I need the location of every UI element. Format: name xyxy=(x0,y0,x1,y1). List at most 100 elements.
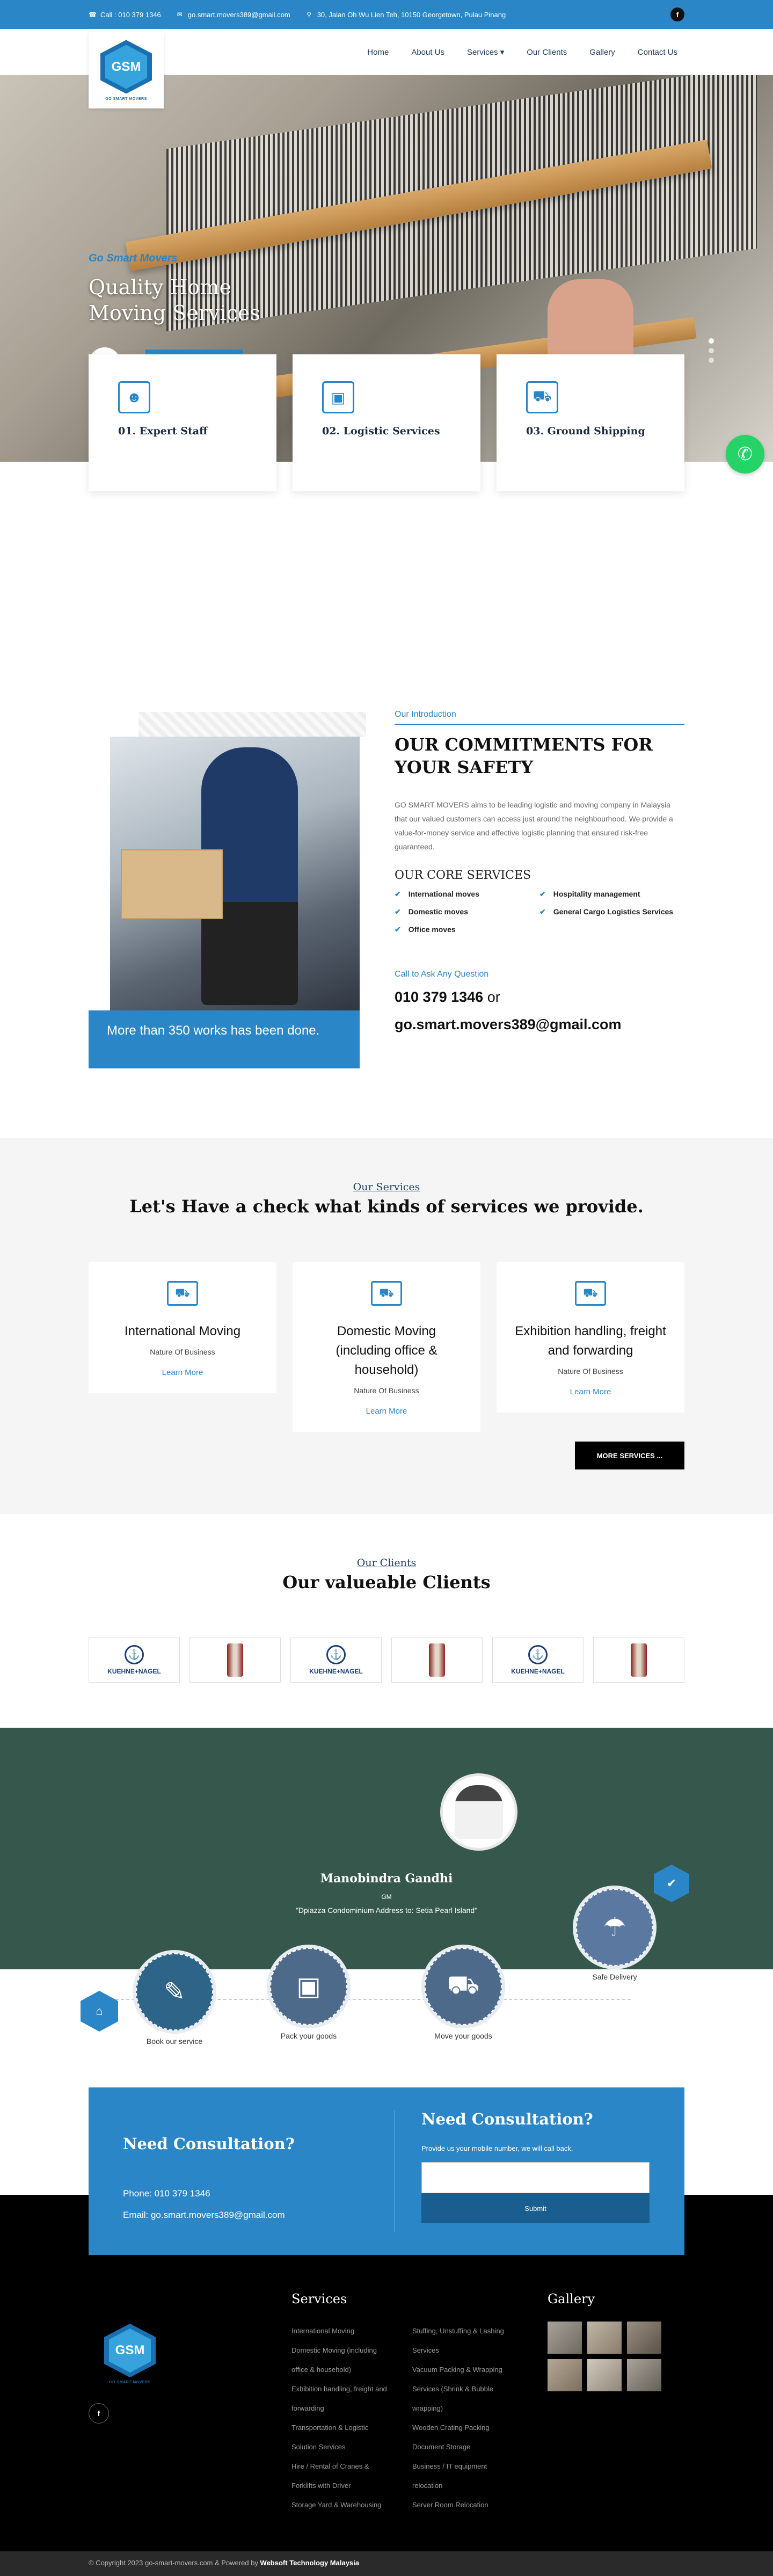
footer-gallery: Gallery xyxy=(548,2291,682,2391)
mobile-number-input[interactable] xyxy=(421,2162,650,2193)
features-section: ✆ ☻ 01. Expert Staff ▣ 02. Logistic Serv… xyxy=(0,354,773,671)
footer-link[interactable]: Exhibition handling, freight and xyxy=(291,2379,407,2399)
check-icon: ✔ xyxy=(395,890,401,898)
footer-link[interactable]: wrapping) xyxy=(412,2399,528,2418)
nav-about[interactable]: About Us xyxy=(411,48,444,57)
gallery-thumbnail[interactable] xyxy=(548,2322,582,2354)
footer-link[interactable]: office & household) xyxy=(291,2360,407,2379)
main-nav: Home About Us Services ▾ Our Clients Gal… xyxy=(345,29,677,75)
gallery-grid xyxy=(548,2322,682,2391)
footer-link[interactable]: Services xyxy=(412,2341,528,2360)
step-label: Book our service xyxy=(146,2037,203,2046)
process-step: ⛟ Move your goods xyxy=(423,1948,504,2040)
gallery-thumbnail[interactable] xyxy=(587,2322,622,2354)
feature-card[interactable]: ⛟ 03. Ground Shipping xyxy=(497,354,684,491)
facebook-icon[interactable]: f xyxy=(89,2403,109,2424)
call-phone-number[interactable]: 010 379 1346 xyxy=(395,989,483,1005)
logo[interactable]: GSM GO SMART MOVERS xyxy=(89,32,164,108)
footer-link[interactable]: Domestic Moving (including xyxy=(291,2341,407,2360)
callback-form: Need Consultation? Provide us your mobil… xyxy=(421,2110,650,2223)
truck-icon: ⛟ xyxy=(371,1281,402,1306)
phone-icon: ☎ xyxy=(89,11,97,18)
gallery-thumbnail[interactable] xyxy=(548,2359,582,2391)
feature-cards: ☻ 01. Expert Staff ▣ 02. Logistic Servic… xyxy=(89,354,684,491)
consultation-box: Need Consultation? Phone: 010 379 1346 E… xyxy=(89,2087,684,2255)
clients-section: Our Clients Our valueable Clients ⚓ KUEH… xyxy=(0,1514,773,1728)
services-title: Let's Have a check what kinds of service… xyxy=(129,1196,644,1217)
service-card: ⛟ International Moving Nature Of Busines… xyxy=(89,1262,276,1393)
step-label: Pack your goods xyxy=(280,2032,337,2040)
core-service-item: ✔ Hospitality management xyxy=(539,890,684,899)
umbrella-box-icon: ☂ xyxy=(576,1889,653,1966)
topbar-email[interactable]: ✉ go.smart.movers389@gmail.com xyxy=(176,11,290,19)
footer-link[interactable]: Server Room Relocation xyxy=(412,2495,528,2515)
client-logo[interactable] xyxy=(391,1638,483,1683)
map-pin-icon: ⚲ xyxy=(307,11,312,18)
nav-home[interactable]: Home xyxy=(367,48,389,57)
footer-link[interactable]: Storage Yard & Warehousing xyxy=(291,2495,407,2515)
core-service-label: Domestic moves xyxy=(408,907,469,916)
footer-link[interactable]: Hire / Rental of Cranes & xyxy=(291,2457,407,2476)
nav-gallery[interactable]: Gallery xyxy=(589,48,615,57)
nav-clients[interactable]: Our Clients xyxy=(527,48,567,57)
slider-dot[interactable] xyxy=(709,358,714,363)
footer-col: Stuffing, Unstuffing & Lashing Services … xyxy=(412,2322,528,2515)
gallery-thumbnail[interactable] xyxy=(627,2322,661,2354)
client-logo[interactable]: ⚓ KUEHNE+NAGEL xyxy=(290,1638,382,1683)
footer-link[interactable]: Solution Services xyxy=(291,2437,407,2457)
footer-link[interactable]: forwarding xyxy=(291,2399,407,2418)
learn-more-link[interactable]: Learn More xyxy=(105,1368,260,1377)
footer-link[interactable]: Vacuum Packing & Wrapping xyxy=(412,2360,528,2379)
feature-card[interactable]: ▣ 02. Logistic Services xyxy=(293,354,480,491)
footer-link[interactable]: Transportation & Logistic xyxy=(291,2418,407,2437)
hero-title-line1: Quality Home xyxy=(89,275,231,299)
works-count-banner: More than 350 works has been done. xyxy=(89,1010,360,1068)
footer-link[interactable]: Business / IT equipment xyxy=(412,2457,528,2476)
core-services-list: ✔ International moves ✔ Hospitality manage… xyxy=(395,890,684,943)
nav-services-label: Services xyxy=(467,48,498,57)
facebook-icon[interactable]: f xyxy=(670,8,684,21)
core-service-label: International moves xyxy=(408,890,479,898)
slider-dot[interactable] xyxy=(709,348,714,353)
more-services-button[interactable]: MORE SERVICES ... xyxy=(575,1442,684,1469)
client-logo[interactable] xyxy=(189,1638,281,1683)
footer-link[interactable]: International Moving xyxy=(291,2322,407,2341)
client-logo[interactable] xyxy=(593,1638,684,1683)
core-service-label: Hospitality management xyxy=(553,890,640,898)
topbar-email-text: go.smart.movers389@gmail.com xyxy=(187,10,290,19)
submit-button[interactable]: Submit xyxy=(421,2193,650,2223)
product-can-image xyxy=(227,1643,243,1677)
gallery-thumbnail[interactable] xyxy=(627,2359,661,2391)
consultation-email[interactable]: Email: go.smart.movers389@gmail.com xyxy=(123,2210,370,2221)
footer-link[interactable]: Forklifts with Driver xyxy=(291,2476,407,2495)
footer-link[interactable]: Wooden Crating Packing xyxy=(412,2418,528,2437)
learn-more-link[interactable]: Learn More xyxy=(513,1387,668,1396)
topbar-phone[interactable]: ☎ Call : 010 379 1346 xyxy=(89,11,161,19)
photo-box xyxy=(121,849,223,919)
whatsapp-icon[interactable]: ✆ xyxy=(726,435,764,474)
core-service-item: ✔ Domestic moves xyxy=(395,907,539,916)
client-logo[interactable]: ⚓ KUEHNE+NAGEL xyxy=(89,1638,180,1683)
footer-services-title: Services xyxy=(291,2291,347,2306)
call-email[interactable]: go.smart.movers389@gmail.com xyxy=(395,1016,684,1033)
footer-link[interactable]: Stuffing, Unstuffing & Lashing xyxy=(412,2322,528,2341)
slider-dot[interactable] xyxy=(709,338,714,344)
gallery-thumbnail[interactable] xyxy=(587,2359,622,2391)
decorative-stripes xyxy=(138,712,366,737)
client-logo[interactable]: ⚓ KUEHNE+NAGEL xyxy=(492,1638,584,1683)
nav-services[interactable]: Services ▾ xyxy=(467,47,504,57)
avatar-photo xyxy=(455,1785,503,1839)
truck-icon: ⛟ xyxy=(425,1948,502,2025)
learn-more-link[interactable]: Learn More xyxy=(309,1407,464,1416)
package-icon: ▣ xyxy=(270,1948,347,2025)
footer-link[interactable]: relocation xyxy=(412,2476,528,2495)
feature-card[interactable]: ☻ 01. Expert Staff xyxy=(89,354,276,491)
nav-contact[interactable]: Contact Us xyxy=(638,48,677,57)
footer-link[interactable]: Services (Shrink & Bubble xyxy=(412,2379,528,2399)
footer-link[interactable]: Document Storage xyxy=(412,2437,528,2457)
consultation-phone[interactable]: Phone: 010 379 1346 xyxy=(123,2188,370,2199)
footer-logo[interactable]: GSM GO SMART MOVERS xyxy=(98,2324,162,2384)
client-logo-text: KUEHNE+NAGEL xyxy=(107,1668,161,1675)
core-service-item: ✔ Office moves xyxy=(395,925,539,934)
powered-by-link[interactable]: Websoft Technology Malaysia xyxy=(260,2559,359,2567)
